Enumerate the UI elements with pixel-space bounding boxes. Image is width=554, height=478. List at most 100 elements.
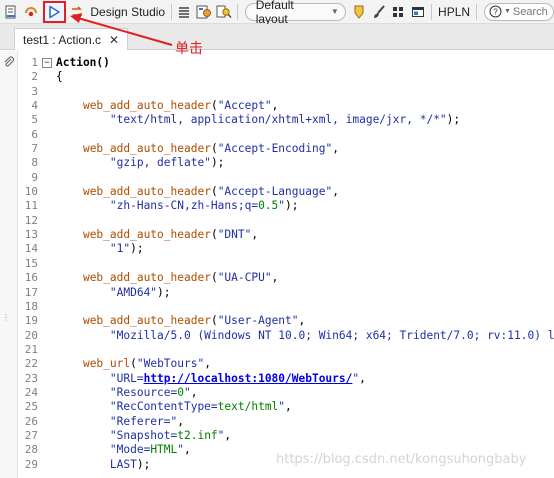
code-line[interactable]: 1− Action() <box>18 56 554 70</box>
code-line[interactable]: 14 "1"); <box>18 242 554 256</box>
code-token: , <box>184 443 191 457</box>
line-number: 28 <box>24 443 38 457</box>
code-token: , <box>251 228 259 242</box>
hpln-button[interactable]: HPLN <box>438 5 470 19</box>
code-text: "Mode=HTML", <box>56 443 191 457</box>
fold-gutter <box>38 85 56 99</box>
window-icon[interactable] <box>409 2 428 22</box>
line-number: 4 <box>31 99 38 113</box>
fold-gutter <box>38 142 56 156</box>
code-token: 0.5 <box>258 199 279 213</box>
code-line[interactable]: 4 web_add_auto_header("Accept", <box>18 99 554 113</box>
code-line[interactable]: 3 <box>18 85 554 99</box>
code-text: Action() <box>56 56 110 70</box>
code-line[interactable]: 23 "URL=http://localhost:1080/WebTours/"… <box>18 372 554 386</box>
code-token: LAST <box>109 457 137 471</box>
fold-gutter <box>38 242 56 256</box>
brush-icon[interactable] <box>369 2 388 22</box>
code-line[interactable]: 18 <box>18 300 554 314</box>
code-line[interactable]: 7 web_add_auto_header("Accept-Encoding", <box>18 142 554 156</box>
collapse-icon[interactable]: − <box>42 58 52 69</box>
fold-gutter <box>38 214 56 228</box>
code-token: "Mozilla/5.0 (Windows NT 10.0; Win64; x6… <box>109 328 554 342</box>
code-line[interactable]: 11 "zh-Hans-CN,zh-Hans;q=0.5"); <box>18 199 554 213</box>
code-token: t2.inf <box>177 428 218 442</box>
line-number: 6 <box>31 127 38 141</box>
fold-gutter <box>38 300 56 314</box>
toolbar-separator <box>236 3 238 20</box>
url-link[interactable]: http://localhost:1080/WebTours/ <box>144 372 353 385</box>
code-line[interactable]: 5 "text/html, application/xhtml+xml, ima… <box>18 113 554 127</box>
code-line[interactable]: 22 web_url("WebTours", <box>18 357 554 371</box>
line-number: 2 <box>31 70 38 84</box>
code-line[interactable]: 2{ <box>18 70 554 84</box>
code-line[interactable]: 15 <box>18 257 554 271</box>
help-icon[interactable]: ? <box>489 5 502 18</box>
design-studio-icon[interactable] <box>68 2 87 22</box>
close-icon[interactable]: ✕ <box>109 33 119 47</box>
code-line[interactable]: 25 "RecContentType=text/html", <box>18 400 554 414</box>
list-view-icon[interactable] <box>175 2 194 22</box>
search-input[interactable] <box>512 5 554 18</box>
code-token: "1" <box>109 242 131 256</box>
code-token: , <box>285 400 292 414</box>
splitter-handle-icon[interactable]: ⋮ <box>2 313 10 322</box>
code-line[interactable]: 12 <box>18 214 554 228</box>
code-lines: 1− Action() 2{3 4 web_add_auto_header("Acce… <box>18 56 554 472</box>
script-properties-icon[interactable] <box>2 2 21 22</box>
code-token: "AMD64" <box>109 285 158 299</box>
code-line[interactable]: 27 "Snapshot=t2.inf", <box>18 429 554 443</box>
tab-action-c[interactable]: test1 : Action.c ✕ <box>14 28 129 50</box>
code-line[interactable]: 13 web_add_auto_header("DNT", <box>18 228 554 242</box>
code-line[interactable]: 21 <box>18 343 554 357</box>
search-box[interactable]: ? ▼ <box>483 2 554 21</box>
search-chevron-icon[interactable]: ▼ <box>504 8 511 15</box>
code-line[interactable]: 24 "Resource=0", <box>18 386 554 400</box>
code-text: "AMD64"); <box>56 286 171 300</box>
code-line[interactable]: 26 "Referer=", <box>18 415 554 429</box>
replay-button[interactable] <box>43 0 66 23</box>
code-line[interactable]: 10 web_add_auto_header("Accept-Language"… <box>18 185 554 199</box>
code-token: "Mode= <box>109 443 151 457</box>
snapshot-icon[interactable] <box>195 2 214 22</box>
code-line[interactable]: 19 web_add_auto_header("User-Agent", <box>18 314 554 328</box>
code-token: , <box>224 428 232 442</box>
code-token: , <box>332 185 339 199</box>
annotation-label: 单击 <box>175 41 203 57</box>
code-editor[interactable]: ⋮ 1− Action() 2{3 4 web_add_auto_header("Ac… <box>0 51 554 478</box>
code-text: "URL=http://localhost:1080/WebTours/", <box>56 372 366 386</box>
code-text: web_add_auto_header("Accept-Encoding", <box>56 142 339 156</box>
code-line[interactable]: 16 web_add_auto_header("UA-CPU", <box>18 271 554 285</box>
badge-icon[interactable] <box>350 2 369 22</box>
code-line[interactable]: 6 <box>18 128 554 142</box>
record-icon[interactable] <box>22 2 41 22</box>
fold-gutter <box>38 286 56 300</box>
tab-bar: test1 : Action.c ✕ <box>0 24 554 50</box>
paperclip-icon[interactable] <box>3 56 15 68</box>
code-line[interactable]: 8 "gzip, deflate"); <box>18 156 554 170</box>
code-token: 0 <box>177 385 184 399</box>
code-line[interactable]: 20 "Mozilla/5.0 (Windows NT 10.0; Win64;… <box>18 329 554 343</box>
design-studio-button[interactable]: Design Studio <box>90 5 165 19</box>
code-token: " <box>177 443 185 457</box>
fold-gutter <box>38 271 56 285</box>
grid-icon[interactable] <box>389 2 408 22</box>
line-number: 20 <box>24 328 38 342</box>
code-line[interactable]: 9 <box>18 171 554 185</box>
line-number: 11 <box>24 199 38 213</box>
search-replace-icon[interactable] <box>214 2 233 22</box>
code-token: ( <box>210 142 218 156</box>
code-token: , <box>177 414 184 428</box>
code-token: , <box>190 385 198 399</box>
code-line[interactable]: 17 "AMD64"); <box>18 286 554 300</box>
layout-dropdown[interactable]: Default layout ▼ <box>244 0 346 26</box>
